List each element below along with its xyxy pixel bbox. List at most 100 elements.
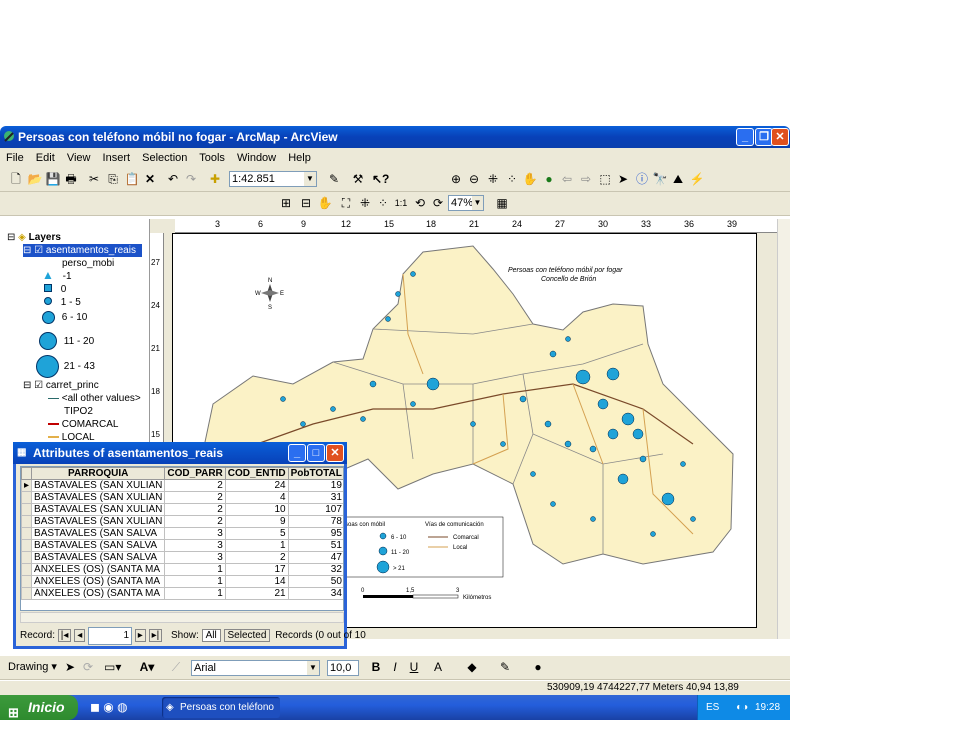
font-color-icon[interactable]: A: [430, 659, 446, 675]
print-icon[interactable]: 🖶: [63, 171, 79, 187]
table-cell[interactable]: 3: [164, 539, 226, 552]
table-cell[interactable]: ÁNXELES (OS) (SANTA MA: [31, 587, 166, 600]
measure-icon[interactable]: ⛰: [670, 171, 686, 187]
show-all-button[interactable]: All: [201, 629, 221, 642]
fixed-zoom-in-icon[interactable]: ⁜: [485, 171, 501, 187]
table-row[interactable]: ÁNXELES (OS) (SANTA MA 1 14 50: [21, 575, 343, 588]
zoom-in-icon[interactable]: ⊕: [448, 171, 464, 187]
underline-icon[interactable]: U: [406, 659, 422, 675]
drawing-menu[interactable]: Drawing ▾: [8, 660, 57, 673]
attr-minimize-button[interactable]: _: [288, 444, 306, 462]
table-cell[interactable]: 10: [224, 503, 289, 516]
taskbar-item-arcmap[interactable]: ◈ Persoas con teléfono ...: [162, 697, 280, 734]
marker-color-icon[interactable]: ●: [530, 659, 546, 675]
table-cell[interactable]: 51: [287, 539, 343, 552]
table-row[interactable]: BASTAVALES (SAN SALVA 3 1 51: [21, 539, 343, 552]
table-cell[interactable]: 2: [224, 551, 289, 564]
hyperlink-icon[interactable]: ⚡: [689, 171, 705, 187]
row-selector[interactable]: [21, 539, 33, 552]
identify-icon[interactable]: ⓘ: [634, 171, 650, 187]
layout-pan-icon[interactable]: ✋: [317, 195, 333, 211]
table-row[interactable]: BASTAVALES (SAN XULIÁN 2 9 78: [21, 515, 343, 528]
table-cell[interactable]: 31: [287, 491, 343, 504]
font-select[interactable]: Arial ▼: [191, 660, 320, 676]
table-cell[interactable]: 21: [224, 587, 289, 600]
column-header[interactable]: COD_ENTID: [224, 467, 289, 480]
menu-tools[interactable]: Tools: [199, 152, 225, 164]
show-selected-button[interactable]: Selected: [223, 629, 271, 642]
menu-insert[interactable]: Insert: [103, 152, 131, 164]
table-cell[interactable]: 1: [164, 563, 226, 576]
table-cell[interactable]: 34: [287, 587, 343, 600]
paste-icon[interactable]: 📋: [124, 171, 140, 187]
next-record-button[interactable]: ▸: [134, 629, 146, 642]
table-cell[interactable]: 78: [287, 515, 343, 528]
row-selector[interactable]: [21, 503, 33, 516]
find-icon[interactable]: 🔭: [652, 171, 668, 187]
table-cell[interactable]: BASTAVALES (SAN SALVA: [31, 527, 166, 540]
new-icon[interactable]: 🗋: [8, 171, 24, 187]
arctoolbox-icon[interactable]: ⚒: [350, 171, 366, 187]
cut-icon[interactable]: ✂: [86, 171, 102, 187]
add-data-icon[interactable]: ✚: [207, 171, 223, 187]
zoom-out-icon[interactable]: ⊖: [466, 171, 482, 187]
table-row[interactable]: ÁNXELES (OS) (SANTA MA 1 17 32: [21, 563, 343, 576]
table-cell[interactable]: BASTAVALES (SAN XULIÁN: [31, 479, 166, 492]
toggle-draft-mode-icon[interactable]: ▦: [494, 195, 510, 211]
table-cell[interactable]: 50: [287, 575, 343, 588]
line-color-icon[interactable]: ✎: [497, 659, 513, 675]
copy-icon[interactable]: ⎘: [105, 171, 121, 187]
record-number-input[interactable]: 1: [88, 627, 133, 645]
full-extent-icon[interactable]: ●: [541, 171, 557, 187]
table-cell[interactable]: ÁNXELES (OS) (SANTA MA: [31, 575, 166, 588]
table-cell[interactable]: 3: [164, 527, 226, 540]
row-selector[interactable]: [21, 515, 33, 528]
italic-icon[interactable]: I: [387, 659, 403, 675]
select-features-icon[interactable]: ⬚: [597, 171, 613, 187]
go-back-extent-icon[interactable]: ⟲: [412, 195, 428, 211]
table-cell[interactable]: 1: [224, 539, 289, 552]
table-cell[interactable]: BASTAVALES (SAN SALVA: [31, 539, 166, 552]
select-elements-icon[interactable]: ➤: [615, 171, 631, 187]
select-elements-icon[interactable]: ➤: [62, 659, 78, 675]
table-cell[interactable]: 107: [287, 503, 343, 516]
menu-edit[interactable]: Edit: [36, 152, 55, 164]
table-cell[interactable]: BASTAVALES (SAN XULIÁN: [31, 491, 166, 504]
go-forward-extent-icon[interactable]: ⟳: [430, 195, 446, 211]
table-cell[interactable]: 2: [164, 515, 226, 528]
table-cell[interactable]: 1: [164, 587, 226, 600]
menu-file[interactable]: File: [6, 152, 24, 164]
table-cell[interactable]: BASTAVALES (SAN XULIÁN: [31, 515, 166, 528]
zoom-percent-select[interactable]: 47% ▼: [448, 195, 484, 211]
table-row[interactable]: ▸ BASTAVALES (SAN XULIÁN 2 24 19: [21, 479, 343, 492]
delete-icon[interactable]: ✕: [142, 171, 158, 187]
edit-vertices-icon[interactable]: ⟋: [168, 659, 184, 675]
horizontal-scrollbar[interactable]: [20, 612, 344, 623]
column-header[interactable]: PARROQUIA: [31, 467, 166, 480]
rectangle-icon[interactable]: ▭▾: [104, 659, 121, 675]
table-cell[interactable]: 5: [224, 527, 289, 540]
table-row[interactable]: BASTAVALES (SAN XULIÁN 2 4 31: [21, 491, 343, 504]
layers-group[interactable]: ⊟ ◈ Layers: [7, 231, 61, 244]
forward-icon[interactable]: ⇨: [578, 171, 594, 187]
bold-icon[interactable]: B: [368, 659, 384, 675]
table-cell[interactable]: 32: [287, 563, 343, 576]
table-cell[interactable]: 47: [287, 551, 343, 564]
zoom-whole-page-icon[interactable]: ⛶: [338, 195, 354, 211]
column-header[interactable]: PobTOTAL: [287, 467, 343, 480]
whats-this-icon[interactable]: ↖?: [372, 171, 389, 187]
map-scale-input[interactable]: 1:42.851 ▼: [229, 171, 317, 187]
table-row[interactable]: BASTAVALES (SAN SALVA 3 2 47: [21, 551, 343, 564]
table-row[interactable]: BASTAVALES (SAN SALVA 3 5 95: [21, 527, 343, 540]
attribute-table[interactable]: PARROQUIA COD_PARR COD_ENTID PobTOTAL ▸ B…: [20, 466, 344, 611]
previous-record-button[interactable]: ◂: [74, 629, 86, 642]
fixed-zoom-out-icon[interactable]: ⁘: [504, 171, 520, 187]
attr-close-button[interactable]: ✕: [326, 444, 344, 462]
row-selector[interactable]: [21, 563, 33, 576]
table-cell[interactable]: BASTAVALES (SAN XULIÁN: [31, 503, 166, 516]
column-header[interactable]: COD_PARR: [164, 467, 226, 480]
language-indicator[interactable]: ES: [706, 702, 719, 713]
table-row[interactable]: BASTAVALES (SAN XULIÁN 2 10 107: [21, 503, 343, 516]
table-row[interactable]: ÁNXELES (OS) (SANTA MA 1 21 34: [21, 587, 343, 600]
first-record-button[interactable]: |◂: [57, 629, 72, 642]
